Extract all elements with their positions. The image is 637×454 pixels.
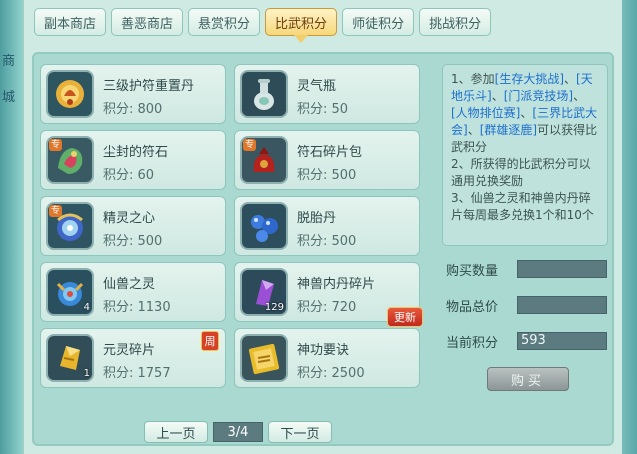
side-char-2: 城	[2, 90, 16, 105]
item-slot[interactable]: 专 精灵之心 积分: 500	[40, 196, 226, 256]
item-quantity: 129	[264, 302, 284, 313]
tab-arena-points[interactable]: 比武积分	[265, 8, 338, 43]
item-slot[interactable]: 1 元灵碎片 积分: 1757 周	[40, 328, 226, 388]
info-sep: 、	[564, 72, 577, 86]
item-name: 神兽内丹碎片	[297, 277, 376, 292]
page-indicator: 3/4	[213, 422, 263, 442]
item-slot[interactable]: 专 尘封的符石 积分: 60	[40, 130, 226, 190]
rune-stone-icon: 专	[46, 136, 94, 184]
item-price: 积分: 1757	[103, 366, 171, 381]
fragment-bag-icon: 专	[240, 136, 288, 184]
weekly-badge: 周	[201, 331, 219, 351]
item-name: 尘封的符石	[103, 145, 169, 160]
info-line-2: 2、所获得的比武积分可以通用兑换奖励	[451, 157, 591, 188]
quantity-input[interactable]	[517, 260, 607, 278]
crystal-shard-icon: 129	[240, 268, 288, 316]
blue-pills-icon	[240, 202, 288, 250]
item-slot[interactable]: 专 符石碎片包 积分: 500	[234, 130, 420, 190]
tab-karma-shop[interactable]: 善恶商店	[111, 8, 184, 36]
info-link-sect-arena[interactable]: [门派竞技场]	[504, 89, 573, 103]
item-price: 积分: 1130	[103, 300, 171, 315]
item-slot[interactable]: 脱胎丹 积分: 500	[234, 196, 420, 256]
item-quantity: 1	[83, 368, 90, 379]
tab-dungeon-shop[interactable]: 副本商店	[34, 8, 107, 36]
total-price-field	[517, 296, 607, 314]
item-name: 脱胎丹	[297, 211, 337, 226]
item-slot[interactable]: 灵气瓶 积分: 50	[234, 64, 420, 124]
item-price: 积分: 500	[103, 234, 163, 249]
info-line-3: 3、仙兽之灵和神兽内丹碎片每周最多兑换1个和10个	[451, 191, 594, 222]
item-slot[interactable]: 4 仙兽之灵 积分: 1130	[40, 262, 226, 322]
tab-challenge-points[interactable]: 挑战积分	[419, 8, 492, 36]
item-name: 精灵之心	[103, 211, 156, 226]
item-price: 积分: 50	[297, 102, 349, 117]
item-slot[interactable]: 三级护符重置丹 积分: 800	[40, 64, 226, 124]
left-edge-panel: 商 城	[0, 0, 22, 454]
info-sep: 、	[573, 89, 586, 103]
item-name: 符石碎片包	[297, 145, 363, 160]
content-area: 三级护符重置丹 积分: 800 灵气瓶 积分: 50 专 尘封的符石 积分: 6…	[32, 52, 614, 446]
info-link-survival[interactable]: [生存大挑战]	[495, 72, 564, 86]
item-price: 积分: 500	[297, 234, 357, 249]
item-price: 积分: 2500	[297, 366, 365, 381]
item-name: 元灵碎片	[103, 343, 156, 358]
quantity-label: 购买数量	[446, 264, 499, 279]
item-price: 积分: 800	[103, 102, 163, 117]
shop-panel: 副本商店 善恶商店 悬赏积分 比武积分 师徒积分 挑战积分 三级护符重置丹 积分…	[22, 0, 622, 454]
tab-bar: 副本商店 善恶商店 悬赏积分 比武积分 师徒积分 挑战积分	[34, 8, 492, 43]
update-badge: 更新	[387, 307, 423, 327]
gold-shard-icon: 1	[46, 334, 94, 382]
current-points-label: 当前积分	[446, 336, 499, 351]
info-link-ranking[interactable]: [人物排位赛]	[451, 106, 520, 120]
exclusive-tag: 专	[49, 139, 63, 151]
info-sep: 、	[491, 89, 504, 103]
info-link-qunxiong[interactable]: [群雄逐鹿]	[480, 123, 537, 137]
item-name: 神功要诀	[297, 343, 350, 358]
item-slot[interactable]: 神功要诀 积分: 2500	[234, 328, 420, 388]
tab-bounty-points[interactable]: 悬赏积分	[188, 8, 261, 36]
item-quantity: 4	[83, 302, 90, 313]
amulet-pill-icon	[46, 70, 94, 118]
vase-icon	[240, 70, 288, 118]
item-price: 积分: 60	[103, 168, 155, 183]
item-price: 积分: 720	[297, 300, 357, 315]
current-points-field: 593	[517, 332, 607, 350]
total-price-label: 物品总价	[446, 300, 499, 315]
book-icon	[240, 334, 288, 382]
prev-page-button[interactable]: 上一页	[144, 421, 208, 443]
exclusive-tag: 专	[49, 205, 63, 217]
side-char-1: 商	[2, 54, 16, 69]
next-page-button[interactable]: 下一页	[268, 421, 332, 443]
item-price: 积分: 500	[297, 168, 357, 183]
tab-mentor-points[interactable]: 师徒积分	[342, 8, 415, 36]
buy-button[interactable]: 购买	[487, 367, 569, 391]
item-name: 三级护符重置丹	[103, 79, 195, 94]
item-name: 灵气瓶	[297, 79, 337, 94]
info-text: 1、参加	[451, 72, 495, 86]
info-sep: 、	[520, 106, 533, 120]
exclusive-tag: 专	[243, 139, 257, 151]
beast-spirit-icon: 4	[46, 268, 94, 316]
rules-info-box: 1、参加[生存大挑战]、[天地乐斗]、[门派竞技场]、[人物排位赛]、[三界比武…	[442, 64, 608, 246]
spirit-heart-icon: 专	[46, 202, 94, 250]
item-slot[interactable]: 129 神兽内丹碎片 积分: 720 更新	[234, 262, 423, 327]
info-sep: 、	[467, 123, 480, 137]
item-name: 仙兽之灵	[103, 277, 156, 292]
